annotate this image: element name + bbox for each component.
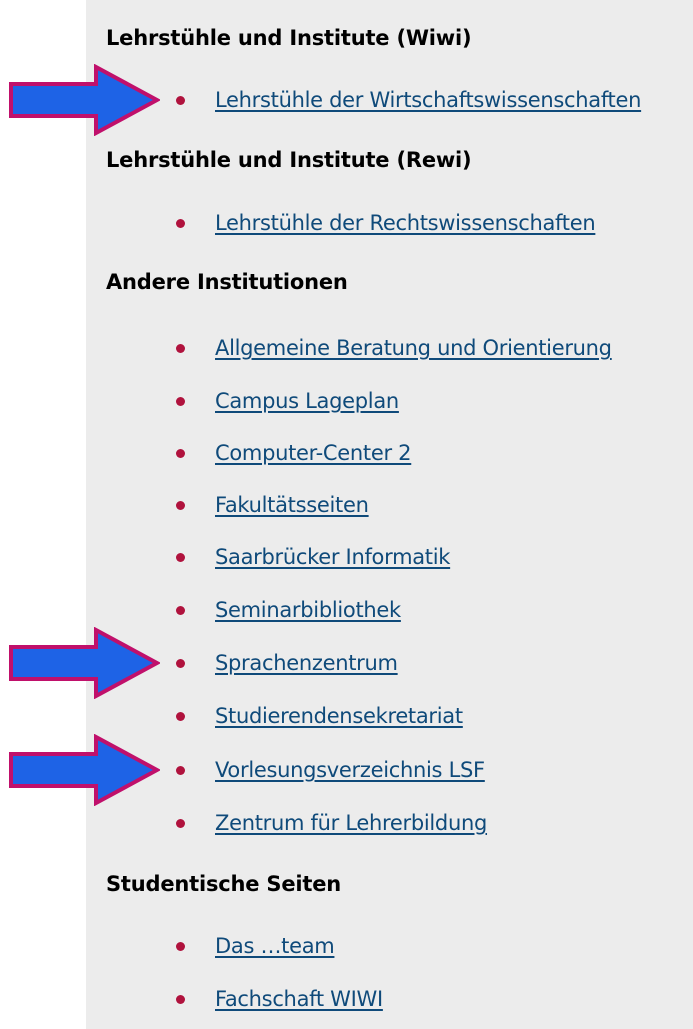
list-item: Sprachenzentrum <box>176 648 398 678</box>
list-item: Campus Lageplan <box>176 386 399 416</box>
arrow-right-icon <box>9 64 160 136</box>
list-item: Computer-Center 2 <box>176 438 412 468</box>
section-heading-studentische-seiten: Studentische Seiten <box>106 872 342 896</box>
list-item: Fakultätsseiten <box>176 490 369 520</box>
link-computer-center[interactable]: Computer-Center 2 <box>215 441 412 465</box>
link-das-team[interactable]: Das …team <box>215 934 335 958</box>
arrow-right-icon <box>9 734 160 806</box>
list-item: Seminarbibliothek <box>176 595 401 625</box>
link-fakultaetsseiten[interactable]: Fakultätsseiten <box>215 493 369 517</box>
list-item: Vorlesungsverzeichnis LSF <box>176 755 485 785</box>
link-saarbruecker-informatik[interactable]: Saarbrücker Informatik <box>215 545 450 569</box>
bullet-icon <box>176 711 185 721</box>
link-studierendensekretariat[interactable]: Studierendensekretariat <box>215 704 463 728</box>
bullet-icon <box>176 343 185 353</box>
link-vorlesungsverzeichnis-lsf[interactable]: Vorlesungsverzeichnis LSF <box>215 758 485 782</box>
bullet-icon <box>176 95 185 105</box>
bullet-icon <box>176 994 185 1004</box>
arrow-right-icon <box>9 627 160 699</box>
bullet-icon <box>176 552 185 562</box>
list-item: Studierendensekretariat <box>176 701 463 731</box>
bullet-icon <box>176 658 185 668</box>
list-item: Lehrstühle der Wirtschaftswissenschaften <box>176 85 641 115</box>
list-item: Fachschaft WIWI <box>176 984 383 1014</box>
link-fachschaft-wiwi[interactable]: Fachschaft WIWI <box>215 987 383 1011</box>
list-item: Allgemeine Beratung und Orientierung <box>176 333 612 363</box>
list-item: Zentrum für Lehrerbildung <box>176 808 487 838</box>
section-heading-rewi: Lehrstühle und Institute (Rewi) <box>106 148 472 172</box>
list-item: Saarbrücker Informatik <box>176 542 450 572</box>
list-item: Das …team <box>176 931 335 961</box>
link-zentrum-lehrerbildung[interactable]: Zentrum für Lehrerbildung <box>215 811 487 835</box>
section-heading-wiwi: Lehrstühle und Institute (Wiwi) <box>106 26 472 50</box>
link-lehrstuehle-rechtswissenschaften[interactable]: Lehrstühle der Rechtswissenschaften <box>215 211 596 235</box>
bullet-icon <box>176 941 185 951</box>
bullet-icon <box>176 500 185 510</box>
bullet-icon <box>176 396 185 406</box>
bullet-icon <box>176 218 185 228</box>
section-heading-andere-institutionen: Andere Institutionen <box>106 270 348 294</box>
link-sprachenzentrum[interactable]: Sprachenzentrum <box>215 651 398 675</box>
list-item: Lehrstühle der Rechtswissenschaften <box>176 208 596 238</box>
bullet-icon <box>176 448 185 458</box>
bullet-icon <box>176 765 185 775</box>
link-allgemeine-beratung[interactable]: Allgemeine Beratung und Orientierung <box>215 336 612 360</box>
bullet-icon <box>176 605 185 615</box>
link-seminarbibliothek[interactable]: Seminarbibliothek <box>215 598 401 622</box>
bullet-icon <box>176 818 185 828</box>
link-lehrstuehle-wirtschaftswissenschaften[interactable]: Lehrstühle der Wirtschaftswissenschaften <box>215 88 641 112</box>
link-campus-lageplan[interactable]: Campus Lageplan <box>215 389 399 413</box>
